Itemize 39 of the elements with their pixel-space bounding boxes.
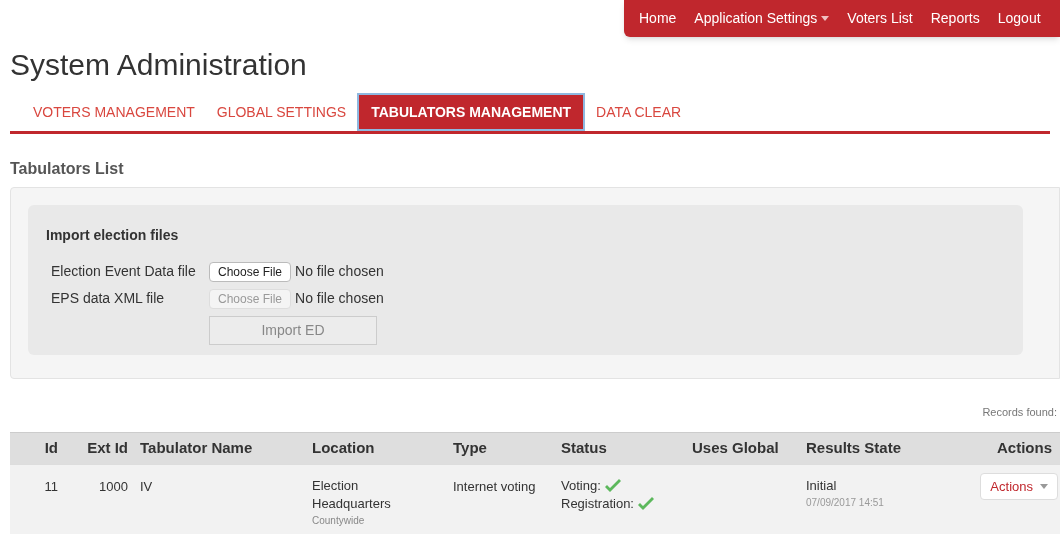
column-header: Location [312,439,375,457]
table-cell: 11 [44,479,58,494]
column-header: Tabulator Name [140,439,253,457]
column-header: Status [561,439,607,457]
nav-link[interactable]: Application Settings [694,8,830,29]
file-status: No file chosen [295,262,384,281]
nav-link[interactable]: Logout [997,8,1041,29]
tab[interactable]: VOTERS MANAGEMENT [22,93,206,131]
column-header: Actions [997,439,1052,457]
page-title: System Administration [10,47,308,83]
nav-link[interactable]: Reports [930,8,980,29]
column-header: Type [453,439,487,457]
status-label: Voting: [561,477,601,495]
column-header: Id [44,439,58,457]
tab[interactable]: GLOBAL SETTINGS [205,93,358,131]
tab[interactable]: DATA CLEAR [585,93,693,131]
section-title: Tabulators List [10,159,125,179]
timestamp: 07/09/2017 14:51 [806,496,885,510]
column-header: Ext Id [87,439,128,457]
nav-link[interactable]: Voters List [847,8,913,29]
table-cell: 1000 [99,479,128,494]
panel-title: Import election files [46,226,179,245]
records-count: Records found: [982,405,1057,420]
actions-dropdown[interactable]: Actions [980,473,1058,500]
column-header: Results State [806,439,902,457]
tab[interactable]: TABULATORS MANAGEMENT [357,93,586,131]
nav-link[interactable]: Home [639,8,677,29]
table-cell-text: Election Headquarters [312,477,392,513]
table-cell: IV [140,479,153,494]
file-status: No file chosen [295,289,384,308]
choose-file-button[interactable]: Choose File [209,261,292,282]
location-note: Countywide [312,514,366,528]
field-label: Election Event Data file [50,262,197,281]
status-label: Registration: [561,495,634,513]
caret-icon [1040,484,1048,489]
field-label: EPS data XML file [50,289,166,308]
table-cell-text: Initial [806,477,838,495]
column-header: Uses Global [692,439,779,457]
table-cell: Internet voting [453,479,536,494]
